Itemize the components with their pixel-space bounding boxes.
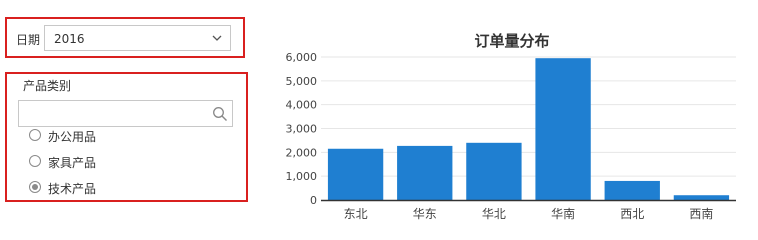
y-tick-label: 5,000 bbox=[286, 75, 318, 88]
bar[interactable] bbox=[535, 58, 591, 200]
bar[interactable] bbox=[466, 142, 522, 200]
category-search-box bbox=[18, 100, 233, 127]
category-option-label: 办公用品 bbox=[48, 130, 97, 144]
category-option-label: 家具产品 bbox=[48, 156, 97, 170]
category-filter-panel: 产品类别 办公用品 家具产品 技术产品 bbox=[5, 72, 248, 202]
date-select[interactable]: 2016 bbox=[44, 25, 231, 51]
date-filter-panel: 日期 2016 bbox=[5, 17, 245, 58]
category-filter-title: 产品类别 bbox=[23, 79, 72, 93]
y-tick-label: 2,000 bbox=[286, 146, 318, 159]
chart-title: 订单量分布 bbox=[474, 32, 549, 50]
bar[interactable] bbox=[327, 148, 384, 200]
category-option-label: 技术产品 bbox=[48, 182, 97, 196]
y-tick-label: 3,000 bbox=[286, 123, 318, 136]
x-tick-label: 华北 bbox=[482, 207, 506, 221]
category-search-input[interactable] bbox=[19, 101, 221, 126]
x-tick-label: 西北 bbox=[620, 207, 644, 221]
date-label: 日期 bbox=[16, 33, 41, 47]
radio-button[interactable] bbox=[29, 129, 41, 141]
y-tick-label: 6,000 bbox=[286, 51, 318, 64]
x-tick-label: 华南 bbox=[551, 206, 575, 221]
date-select-value: 2016 bbox=[54, 32, 85, 46]
y-tick-label: 4,000 bbox=[286, 99, 318, 112]
y-tick-label: 1,000 bbox=[286, 170, 318, 183]
y-tick-label: 0 bbox=[310, 194, 317, 207]
x-tick-label: 东北 bbox=[344, 207, 368, 221]
chevron-down-icon bbox=[212, 35, 222, 41]
radio-button[interactable] bbox=[29, 155, 41, 167]
bar[interactable] bbox=[604, 180, 660, 200]
order-distribution-chart: 订单量分布 0 1,000 2,000 3,000 4,000 5,000 6,000 东北… bbox=[286, 32, 736, 221]
radio-button-selected[interactable] bbox=[29, 181, 41, 193]
bar[interactable] bbox=[397, 145, 453, 200]
bar[interactable] bbox=[673, 195, 730, 200]
search-icon[interactable] bbox=[212, 106, 228, 122]
x-tick-label: 华东 bbox=[413, 207, 437, 221]
x-tick-label: 西南 bbox=[689, 206, 713, 221]
